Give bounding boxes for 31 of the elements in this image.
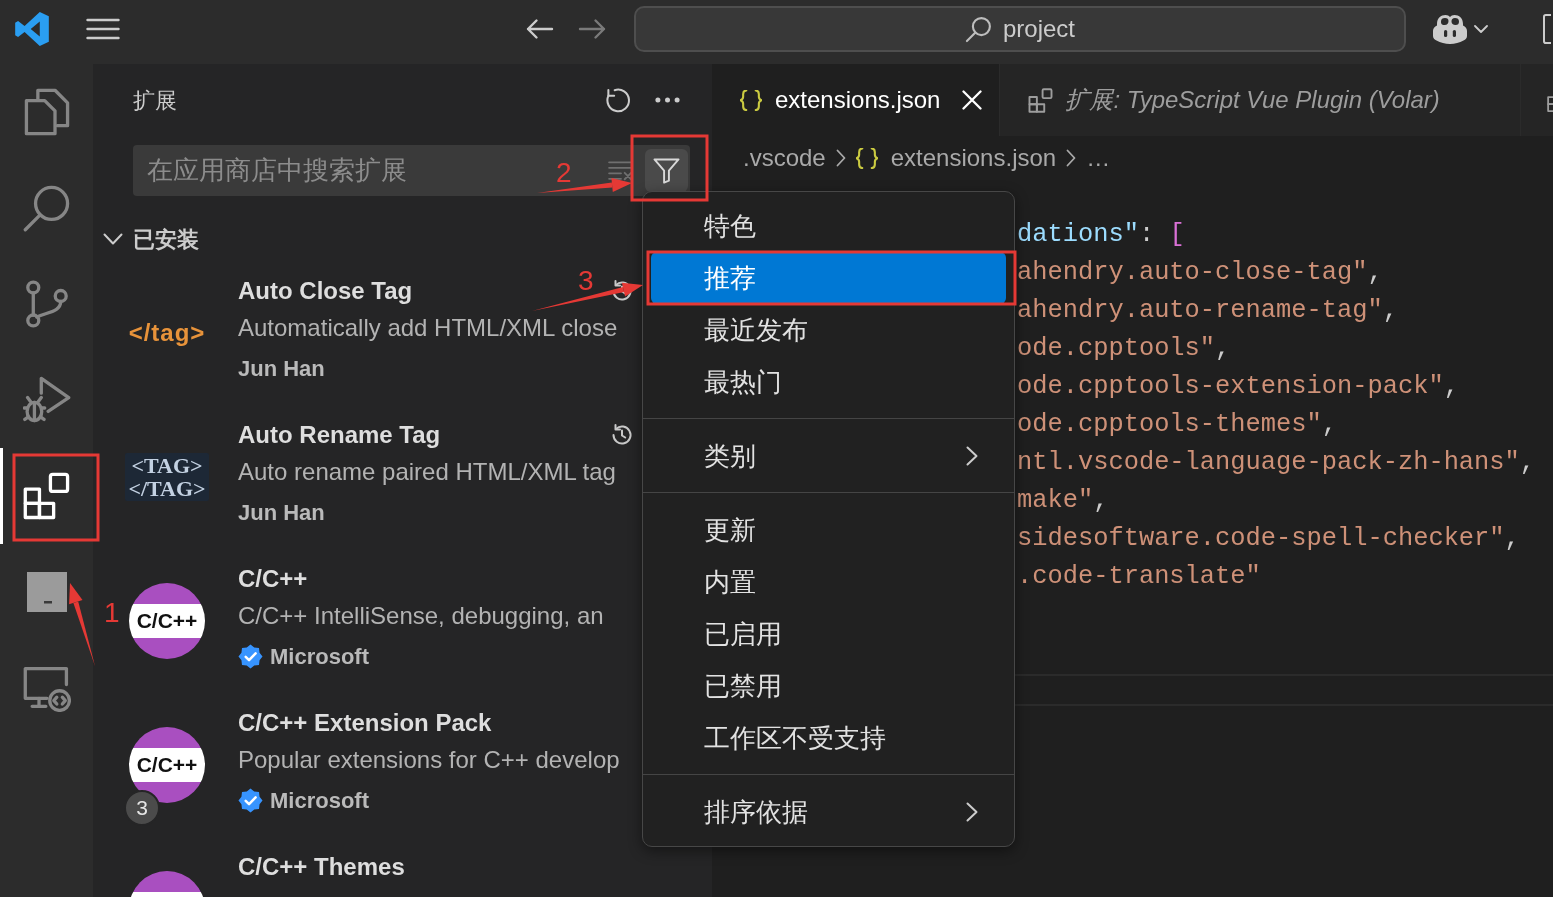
extension-logo: C/C++: [129, 583, 205, 659]
sidebar-title: 扩展: [133, 86, 177, 115]
annotation-number: 1: [104, 598, 120, 628]
code-line: dations": [: [1017, 219, 1186, 251]
code-line: ode.cpptools-extension-pack",: [1017, 371, 1460, 403]
extension-name: C/C++: [238, 564, 308, 594]
annotation-number: 3: [578, 266, 594, 296]
code-line: ahendry.auto-rename-tag",: [1017, 295, 1399, 327]
code-line: .code-translate": [1017, 561, 1262, 593]
code-line: make",: [1017, 485, 1110, 517]
code-line: ode.cpptools-themes",: [1017, 409, 1338, 441]
code-line: ntl.vscode-language-pack-zh-hans",: [1017, 447, 1537, 479]
count-badge: 3: [124, 790, 160, 826]
extension-description: Auto rename paired HTML/XML tag: [238, 457, 617, 487]
extension-name: Auto Rename Tag: [238, 420, 441, 450]
extension-name: Auto Close Tag: [238, 276, 413, 306]
extension-description: Popular extensions for C++ develop: [238, 745, 621, 775]
extension-publisher: Jun Han: [238, 354, 325, 383]
extension-logo: <TAG> </TAG>: [125, 453, 209, 501]
extension-description: C/C++ IntelliSense, debugging, an: [238, 601, 605, 631]
extension-description: Automatically add HTML/XML close: [238, 313, 619, 343]
extension-name: C/C++ Extension Pack: [238, 708, 492, 738]
code-line: sidesoftware.code-spell-checker",: [1017, 523, 1521, 555]
extension-publisher: Jun Han: [238, 498, 325, 527]
annotation-number: 2: [556, 158, 572, 188]
extension-logo: </tag>: [128, 318, 206, 348]
extension-publisher: Microsoft: [270, 642, 369, 671]
code-line: ahendry.auto-close-tag",: [1017, 257, 1384, 289]
extension-name: C/C++ Themes: [238, 852, 405, 882]
extension-publisher: Microsoft: [270, 786, 369, 815]
code-line: ode.cpptools",: [1017, 333, 1232, 365]
